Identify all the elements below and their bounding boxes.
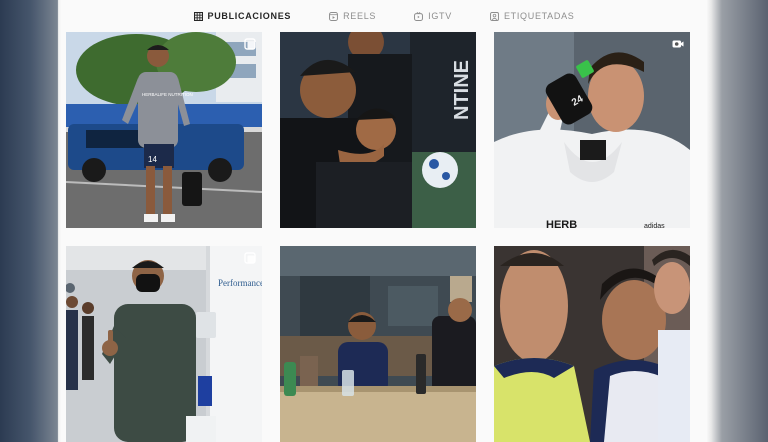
video-icon bbox=[672, 40, 684, 48]
tab-igtv[interactable]: IGTV bbox=[414, 11, 452, 21]
hoodie-text: HERB bbox=[546, 219, 577, 228]
post-tile-5[interactable] bbox=[280, 246, 476, 442]
tab-reels-label: REELS bbox=[343, 11, 377, 21]
tab-publicaciones-label: PUBLICACIONES bbox=[207, 11, 292, 21]
hoodie-brand: adidas bbox=[644, 223, 665, 228]
post-tile-1[interactable]: 14 HERBALIFE NUTRITION bbox=[66, 32, 262, 228]
post-image-players-closeup bbox=[494, 246, 690, 442]
post-tile-4[interactable]: Performance Therapy bbox=[66, 246, 262, 442]
post-tile-2[interactable]: NTINE bbox=[280, 32, 476, 228]
jersey-number: 14 bbox=[148, 155, 157, 164]
post-tile-3[interactable]: 24 HERB adidas bbox=[494, 32, 690, 228]
reels-icon bbox=[329, 11, 339, 21]
post-image-walking-player: 14 HERBALIFE NUTRITION bbox=[66, 32, 262, 228]
wall-sign-text: Performance Therapy bbox=[218, 278, 262, 288]
shirt-sponsor-text: HERBALIFE NUTRITION bbox=[142, 92, 193, 97]
tab-igtv-label: IGTV bbox=[428, 11, 452, 21]
post-image-players-watching: NTINE bbox=[280, 32, 476, 228]
tab-reels[interactable]: REELS bbox=[329, 11, 376, 21]
profile-tabs: PUBLICACIONES REELS IGTV ETIQUETADAS bbox=[56, 0, 712, 32]
post-image-player-thumbs-up: Performance Therapy bbox=[66, 246, 262, 442]
post-image-team-meal bbox=[280, 246, 476, 442]
tab-etiquetadas-label: ETIQUETADAS bbox=[503, 11, 575, 21]
igtv-icon bbox=[414, 11, 424, 21]
carousel-icon bbox=[244, 252, 256, 264]
carousel-icon bbox=[244, 38, 256, 50]
wall-text: NTINE bbox=[451, 60, 473, 120]
tab-publicaciones[interactable]: PUBLICACIONES bbox=[193, 11, 292, 21]
post-image-player-drinking: 24 HERB adidas bbox=[494, 32, 690, 228]
tab-etiquetadas[interactable]: ETIQUETADAS bbox=[489, 11, 575, 21]
post-tile-6[interactable] bbox=[494, 246, 690, 442]
grid-icon bbox=[193, 11, 203, 21]
tagged-icon bbox=[489, 11, 499, 21]
